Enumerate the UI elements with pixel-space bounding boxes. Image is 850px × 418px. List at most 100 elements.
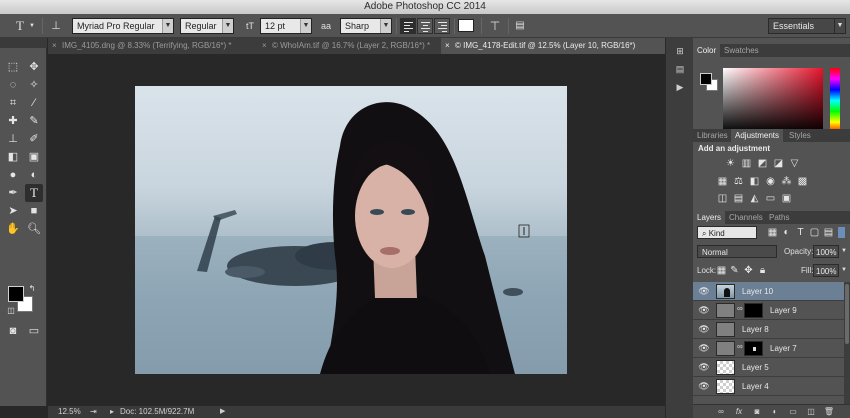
new-adjustment-layer-icon[interactable]: ◐ (769, 406, 781, 418)
quick-mask-icon[interactable]: ◙ (4, 322, 22, 340)
tab-paths[interactable]: Paths (765, 211, 793, 224)
rectangle-tool-icon[interactable]: ■ (25, 202, 43, 220)
brush-tool-icon[interactable]: ✎ (25, 112, 43, 130)
align-right-button[interactable] (434, 18, 450, 34)
curves-icon[interactable]: ◩ (757, 158, 768, 169)
lock-pixels-icon[interactable]: ✎ (729, 265, 740, 276)
layer-filter-select[interactable]: ⌕ Kind (697, 226, 757, 239)
document-size-info[interactable]: Doc: 102.5M/922.7M (120, 406, 194, 418)
layer-row[interactable]: 👁︎ Layer 4 (693, 377, 844, 396)
warp-text-icon[interactable]: ⊤ (487, 18, 503, 34)
visibility-eye-icon[interactable]: 👁︎ (697, 361, 711, 374)
history-brush-tool-icon[interactable]: ✐ (25, 130, 43, 148)
layer-name[interactable]: Layer 4 (742, 377, 769, 396)
dodge-tool-icon[interactable]: ◐ (25, 166, 43, 184)
tab-document-3[interactable]: × © IMG_4178-Edit.tif @ 12.5% (Layer 10, … (441, 38, 665, 54)
swap-colors-icon[interactable]: ↰ (27, 284, 37, 294)
lasso-tool-icon[interactable]: ◌ (4, 76, 22, 94)
blur-tool-icon[interactable]: ● (4, 166, 22, 184)
layer-row[interactable]: 👁︎ ∞ Layer 7 (693, 339, 844, 358)
layer-name[interactable]: Layer 7 (770, 339, 797, 358)
eyedropper-tool-icon[interactable]: ⁄ (25, 94, 43, 112)
status-menu-icon[interactable]: ▶ (220, 406, 225, 418)
tab-styles[interactable]: Styles (785, 129, 815, 142)
layer-name[interactable]: Layer 5 (742, 358, 769, 377)
foreground-color-swatch[interactable] (8, 286, 24, 302)
hue-saturation-icon[interactable]: ▦ (717, 176, 728, 187)
text-color-swatch[interactable] (458, 19, 474, 32)
font-style-select[interactable]: Regular ▼ (180, 18, 234, 34)
color-lookup-icon[interactable]: ▩ (797, 176, 808, 187)
visibility-eye-icon[interactable]: 👁︎ (697, 342, 711, 355)
align-center-button[interactable] (417, 18, 433, 34)
filter-toggle[interactable] (838, 227, 845, 238)
blend-mode-select[interactable]: Normal (697, 245, 777, 258)
posterize-icon[interactable]: ▤ (733, 193, 744, 204)
layer-row[interactable]: 👁︎ ∞ Layer 9 (693, 301, 844, 320)
default-colors-icon[interactable]: ◫ (6, 306, 16, 316)
document-canvas-photo[interactable] (135, 86, 567, 374)
history-panel-icon[interactable]: ⊞ (672, 44, 688, 58)
chevron-down-icon[interactable]: ▼ (841, 264, 847, 277)
channel-mixer-icon[interactable]: ⁂ (781, 176, 792, 187)
chevron-down-icon[interactable]: ▼ (28, 18, 36, 34)
zoom-tool-icon[interactable]: 🔍︎ (25, 220, 43, 238)
actions-panel-icon[interactable]: ▶ (672, 80, 688, 94)
visibility-eye-icon[interactable]: 👁︎ (697, 323, 711, 336)
fill-input[interactable]: 100% (813, 264, 839, 277)
close-icon[interactable]: × (52, 38, 57, 54)
align-left-button[interactable] (400, 18, 416, 34)
color-balance-icon[interactable]: ⚖ (733, 176, 744, 187)
visibility-eye-icon[interactable]: 👁︎ (697, 380, 711, 393)
tab-libraries[interactable]: Libraries (693, 129, 732, 142)
healing-brush-tool-icon[interactable]: ✚ (4, 112, 22, 130)
layer-name[interactable]: Layer 9 (770, 301, 797, 320)
layer-row[interactable]: 👁︎ Layer 10 (693, 282, 844, 301)
marquee-tool-icon[interactable]: ⬚ (4, 58, 22, 76)
magic-wand-tool-icon[interactable]: ✧ (25, 76, 43, 94)
character-panel-icon[interactable]: ▤ (512, 18, 528, 34)
tab-document-1[interactable]: × IMG_4105.dng @ 8.33% (Terrifying, RGB/1… (48, 38, 258, 54)
add-mask-icon[interactable]: ◙ (751, 406, 763, 418)
link-layers-icon[interactable]: ∞ (715, 406, 727, 418)
visibility-eye-icon[interactable]: 👁︎ (697, 304, 711, 317)
exposure-icon[interactable]: ◪ (773, 158, 784, 169)
brightness-contrast-icon[interactable]: ☀ (725, 158, 736, 169)
hue-slider[interactable] (830, 68, 840, 133)
screen-mode-icon[interactable]: ▭ (25, 322, 43, 340)
gradient-tool-icon[interactable]: ▣ (25, 148, 43, 166)
crop-tool-icon[interactable]: ⌗ (4, 94, 22, 112)
export-icon[interactable]: ⇥ (90, 406, 97, 418)
tab-document-2[interactable]: × © WhoIAm.tif @ 16.7% (Layer 2, RGB/16*)… (258, 38, 441, 54)
new-group-icon[interactable]: ▭ (787, 406, 799, 418)
layers-scrollbar[interactable] (844, 282, 850, 404)
pen-tool-icon[interactable]: ✒ (4, 184, 22, 202)
lock-all-icon[interactable]: 🔒︎ (757, 265, 768, 276)
clone-stamp-tool-icon[interactable]: ⊥ (4, 130, 22, 148)
close-icon[interactable]: × (445, 38, 450, 54)
tab-adjustments[interactable]: Adjustments (731, 129, 784, 142)
opacity-input[interactable]: 100% (813, 245, 839, 258)
threshold-icon[interactable]: ◭ (749, 193, 760, 204)
vibrance-icon[interactable]: ▽ (789, 158, 800, 169)
properties-panel-icon[interactable]: ▤ (672, 62, 688, 76)
black-white-icon[interactable]: ◧ (749, 176, 760, 187)
lock-position-icon[interactable]: ✥ (743, 265, 754, 276)
scrollbar-thumb[interactable] (845, 284, 849, 344)
filter-shape-icon[interactable]: ▢ (809, 227, 820, 238)
trash-icon[interactable]: 🗑︎ (823, 406, 835, 418)
tab-swatches[interactable]: Swatches (720, 44, 763, 57)
font-family-select[interactable]: Myriad Pro Regular ▼ (72, 18, 174, 34)
antialias-select[interactable]: Sharp ▼ (340, 18, 392, 34)
levels-icon[interactable]: ▥ (741, 158, 752, 169)
text-orientation-icon[interactable]: ⊥ (48, 18, 64, 34)
chevron-down-icon[interactable]: ▼ (841, 245, 847, 258)
layer-row[interactable]: 👁︎ Layer 8 (693, 320, 844, 339)
layer-name[interactable]: Layer 8 (742, 320, 769, 339)
workspace-select[interactable]: Essentials ▼ (768, 18, 846, 34)
eraser-tool-icon[interactable]: ◧ (4, 148, 22, 166)
tab-layers[interactable]: Layers (693, 211, 726, 224)
type-tool-icon[interactable]: T (12, 18, 28, 34)
path-selection-tool-icon[interactable]: ➤ (4, 202, 22, 220)
close-icon[interactable]: × (262, 38, 267, 54)
